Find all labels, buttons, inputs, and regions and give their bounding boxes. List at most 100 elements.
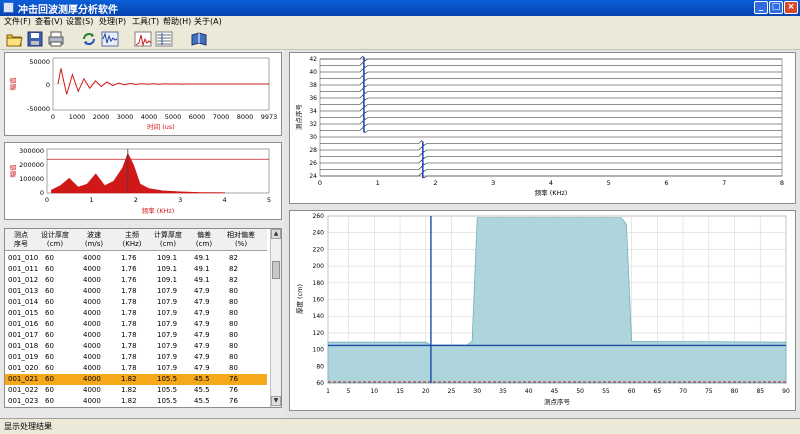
waterfall-panel: 24 26 28 30 32 34 36 38 40 42 012345678 测点序号 频率 (… (289, 52, 796, 204)
table-cell: 60 (45, 265, 54, 273)
table-cell: 80 (229, 309, 238, 317)
book-icon[interactable] (190, 30, 208, 48)
col-header[interactable]: 波速 (m/s) (79, 231, 109, 249)
table-row[interactable]: 001_013 60 4000 1.78 107.9 47.9 80 (5, 286, 267, 297)
table-cell: 47.9 (194, 342, 210, 350)
table-header: 测点 序号 设计厚度 (cm) 波速 (m/s) 主频 (KHz) 计算厚度 (… (5, 229, 267, 251)
table-cell: 107.9 (157, 298, 178, 306)
scroll-down-icon[interactable]: ▼ (271, 396, 281, 406)
th-xtick: 20 (422, 388, 430, 395)
wf-xtick: 8 (780, 179, 784, 187)
table-cell: 1.78 (121, 309, 137, 317)
spectrum-icon[interactable] (134, 30, 152, 48)
table-row[interactable]: 001_020 60 4000 1.78 107.9 47.9 80 (5, 363, 267, 374)
table-row[interactable]: 001_012 60 4000 1.76 109.1 49.1 82 (5, 275, 267, 286)
time-ytick: -50000 (27, 105, 50, 113)
table-row[interactable]: 001_015 60 4000 1.78 107.9 47.9 80 (5, 308, 267, 319)
wf-xtick: 5 (607, 179, 611, 187)
table-cell: 47.9 (194, 353, 210, 361)
table-cell: 1.78 (121, 331, 137, 339)
table-cell: 49.1 (194, 276, 210, 284)
table-cell: 4000 (83, 331, 101, 339)
table-cell: 1.78 (121, 342, 137, 350)
refresh-icon[interactable] (80, 30, 98, 48)
maximize-button[interactable]: □ (769, 1, 783, 14)
data-table: 测点 序号 设计厚度 (cm) 波速 (m/s) 主频 (KHz) 计算厚度 (… (4, 228, 282, 408)
time-xtick: 4000 (141, 113, 158, 121)
table-cell: 4000 (83, 287, 101, 295)
table-cell: 001_015 (8, 309, 39, 317)
table-scrollbar[interactable]: ▲ ▼ (270, 229, 281, 407)
table-row[interactable]: 001_023 60 4000 1.82 105.5 45.5 76 (5, 396, 267, 407)
scroll-thumb[interactable] (272, 261, 280, 279)
print-icon[interactable] (47, 30, 65, 48)
spectrum-panel: 300000 200000 100000 0 幅值 0 1 2 3 4 5 频率 (KHz… (4, 142, 282, 220)
menu-view[interactable]: 查看(V) (35, 16, 63, 28)
spec-ytick: 200000 (19, 161, 44, 169)
table-cell: 001_019 (8, 353, 39, 361)
col-header[interactable]: 测点 序号 (8, 231, 34, 249)
spectrum-chart: 300000 200000 100000 0 幅值 0 1 2 3 4 5 频率 (KHz… (8, 147, 271, 215)
table-cell: 60 (45, 320, 54, 328)
menu-bar: 文件(F) 查看(V) 设置(S) 处理(P) 工具(T) 帮助(H) 关于(A… (0, 16, 800, 28)
wf-ytick: 34 (309, 108, 317, 115)
table-row[interactable]: 001_022 60 4000 1.82 105.5 45.5 76 (5, 385, 267, 396)
menu-about[interactable]: 关于(A) (194, 16, 222, 28)
th-xtick: 35 (499, 388, 507, 395)
th-xtick: 40 (525, 388, 533, 395)
table-cell: 45.5 (194, 386, 210, 394)
table-row[interactable]: 001_021 60 4000 1.82 105.5 45.5 76 (5, 374, 267, 385)
close-button[interactable]: × (784, 1, 798, 14)
table-cell: 76 (229, 386, 238, 394)
table-cell: 80 (229, 353, 238, 361)
table-cell: 001_020 (8, 364, 39, 372)
menu-tools[interactable]: 工具(T) (132, 16, 159, 28)
col-header[interactable]: 主频 (KHz) (117, 231, 147, 249)
waveform-icon[interactable] (101, 30, 119, 48)
menu-help[interactable]: 帮助(H) (163, 16, 191, 28)
waterfall-icon[interactable] (155, 30, 173, 48)
col-header[interactable]: 相对偏差 (%) (221, 231, 261, 249)
table-cell: 1.76 (121, 254, 137, 262)
table-cell: 60 (45, 309, 54, 317)
menu-settings[interactable]: 设置(S) (66, 16, 93, 28)
table-row[interactable]: 001_016 60 4000 1.78 107.9 47.9 80 (5, 319, 267, 330)
table-cell: 4000 (83, 342, 101, 350)
table-cell: 001_023 (8, 397, 39, 405)
spec-ytick: 300000 (19, 147, 44, 155)
minimize-button[interactable]: _ (754, 1, 768, 14)
th-ytick: 160 (313, 297, 325, 304)
th-xtick: 60 (628, 388, 636, 395)
wf-ytick: 26 (309, 160, 317, 167)
table-row[interactable]: 001_017 60 4000 1.78 107.9 47.9 80 (5, 330, 267, 341)
wf-xlabel: 频率 (KHz) (535, 188, 568, 197)
spec-xtick: 5 (267, 196, 271, 204)
table-cell: 001_013 (8, 287, 39, 295)
col-header[interactable]: 偏差 (cm) (190, 231, 218, 249)
th-xtick: 15 (396, 388, 404, 395)
table-cell: 80 (229, 364, 238, 372)
spec-ylabel: 幅值 (8, 164, 17, 178)
table-row[interactable]: 001_018 60 4000 1.78 107.9 47.9 80 (5, 341, 267, 352)
col-header[interactable]: 计算厚度 (cm) (149, 231, 187, 249)
th-ytick: 80 (316, 363, 324, 370)
table-row[interactable]: 001_011 60 4000 1.76 109.1 49.1 82 (5, 264, 267, 275)
menu-process[interactable]: 处理(P) (99, 16, 126, 28)
scroll-up-icon[interactable]: ▲ (271, 229, 281, 239)
time-domain-chart: 50000 0 -50000 幅值 0 1000 2000 3000 4000 5000 6… (8, 57, 277, 131)
table-row[interactable]: 001_010 60 4000 1.76 109.1 49.1 82 (5, 253, 267, 264)
open-folder-icon[interactable] (5, 30, 23, 48)
table-row[interactable]: 001_014 60 4000 1.78 107.9 47.9 80 (5, 297, 267, 308)
th-xtick: 70 (679, 388, 687, 395)
time-xtick: 5000 (165, 113, 182, 121)
table-cell: 47.9 (194, 331, 210, 339)
table-cell: 107.9 (157, 320, 178, 328)
save-icon[interactable] (26, 30, 44, 48)
wf-xtick: 3 (491, 179, 495, 187)
col-header[interactable]: 设计厚度 (cm) (38, 231, 72, 249)
menu-file[interactable]: 文件(F) (4, 16, 31, 28)
th-ytick: 60 (316, 380, 324, 387)
table-row[interactable]: 001_019 60 4000 1.78 107.9 47.9 80 (5, 352, 267, 363)
table-cell: 60 (45, 375, 54, 383)
th-ytick: 140 (313, 313, 325, 320)
